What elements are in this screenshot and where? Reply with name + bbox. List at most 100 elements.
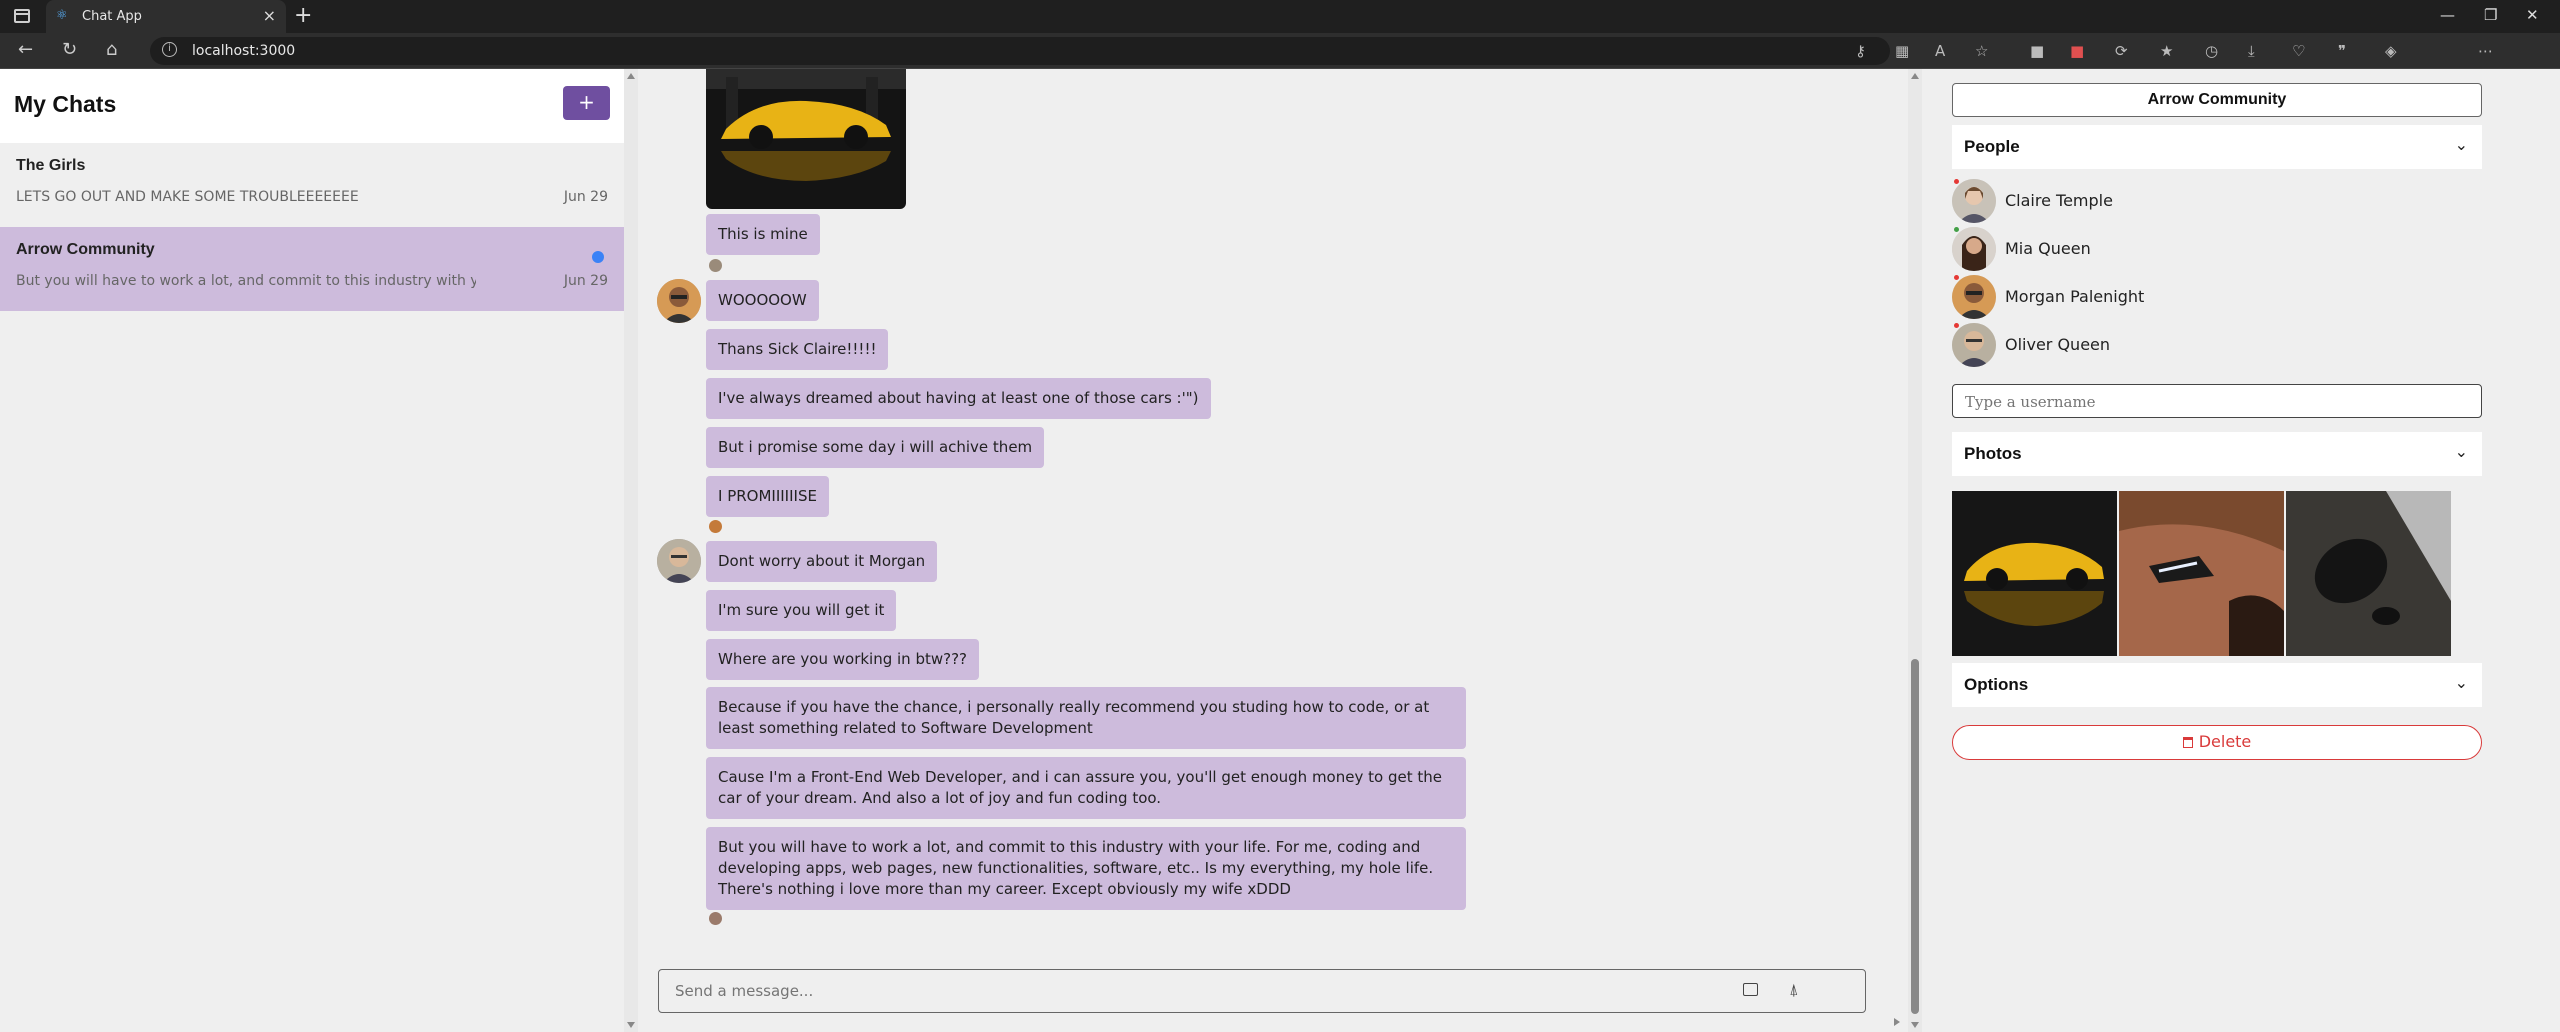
photo-thumbnail-mouse[interactable] (2286, 491, 2451, 656)
browser-tabbar: ⚛ Chat App × + — ❐ ✕ (0, 0, 2560, 33)
avatar-morgan (1952, 275, 1996, 319)
delete-chat-button[interactable]: Delete (1952, 725, 2482, 760)
chat-item-name: Arrow Community (16, 241, 155, 258)
tab-close-icon[interactable]: × (263, 6, 276, 25)
browser-tab[interactable]: ⚛ Chat App × (46, 0, 286, 33)
site-info-icon[interactable]: i (162, 42, 177, 57)
person-morgan-palenight[interactable]: Morgan Palenight (1952, 273, 2482, 321)
status-dot (1954, 179, 1959, 184)
browser-essentials-icon[interactable]: ◈ (2385, 42, 2397, 60)
add-chat-button[interactable]: + (563, 86, 610, 120)
photos-section-label: Photos (1964, 444, 2022, 463)
scroll-up-arrow-icon[interactable] (1911, 73, 1919, 79)
quote-icon[interactable]: ❞ (2338, 42, 2346, 60)
trash-icon (2182, 737, 2193, 748)
person-name: Morgan Palenight (2005, 287, 2145, 306)
attach-image-icon[interactable] (1743, 983, 1758, 996)
tab-title: Chat App (82, 9, 142, 24)
url-text: localhost:3000 (192, 43, 296, 59)
chat-item-name: The Girls (16, 157, 86, 174)
tab-actions-icon[interactable] (14, 9, 30, 23)
chat-details-panel: Arrow Community People ⌄ Claire Temple M… (1922, 69, 2560, 1032)
performance-icon[interactable]: ♡ (2292, 42, 2305, 60)
scroll-down-arrow-icon[interactable] (627, 1022, 635, 1028)
extension-red-icon[interactable]: ■ (2070, 42, 2084, 60)
status-dot (1954, 227, 1959, 232)
chat-item-preview: But you will have to work a lot, and com… (16, 273, 476, 289)
extension-refresh-icon[interactable]: ⟳ (2115, 42, 2128, 60)
avatar-oliver (657, 539, 701, 583)
message-bubble: I PROMIIIIIISE (706, 476, 829, 517)
options-section-toggle[interactable]: Options ⌄ (1952, 663, 2482, 707)
person-mia-queen[interactable]: Mia Queen (1952, 225, 2482, 273)
chevron-down-icon: ⌄ (2454, 673, 2468, 692)
message-bubble: Dont worry about it Morgan (706, 541, 938, 582)
photo-thumbnail-car-yellow[interactable] (1952, 491, 2117, 656)
react-favicon-icon: ⚛ (56, 8, 68, 23)
message-bubble: This is mine (706, 214, 820, 255)
key-icon[interactable]: ⚷ (1855, 42, 1866, 60)
username-input[interactable] (1963, 392, 2463, 412)
photo-thumbnail-car-bronze[interactable] (2119, 491, 2284, 656)
avatar-claire (1952, 179, 1996, 223)
avatar-morgan (657, 279, 701, 323)
status-dot (1954, 275, 1959, 280)
person-name: Oliver Queen (2005, 335, 2111, 354)
address-bar: ← ↻ ⌂ i localhost:3000 b (0, 33, 2560, 97)
chat-list-panel: My Chats + The Girls LETS GO OUT AND MAK… (0, 69, 624, 1032)
chevron-down-icon: ⌄ (2454, 442, 2468, 461)
chat-item-date: Jun 29 (563, 189, 608, 205)
read-receipt-avatar (709, 912, 722, 925)
chat-item-the-girls[interactable]: The Girls LETS GO OUT AND MAKE SOME TROU… (0, 143, 624, 227)
message-bubble: Because if you have the chance, i person… (706, 687, 1466, 749)
photos-section-toggle[interactable]: Photos ⌄ (1952, 432, 2482, 476)
favorites-icon[interactable]: ★ (2160, 42, 2173, 60)
favorite-star-icon[interactable]: ☆ (1975, 42, 1988, 60)
chat-item-arrow-community[interactable]: Arrow Community But you will have to wor… (0, 227, 624, 311)
person-name: Claire Temple (2005, 191, 2113, 210)
message-input[interactable] (673, 980, 1673, 1002)
people-section-label: People (1964, 137, 2020, 156)
new-tab-icon[interactable]: + (294, 3, 312, 28)
person-claire-temple[interactable]: Claire Temple (1952, 177, 2482, 225)
download-icon[interactable]: ⤓ (2248, 42, 2255, 60)
chat-item-preview: LETS GO OUT AND MAKE SOME TROUBLEEEEEEE (16, 189, 359, 205)
status-dot (1954, 323, 1959, 328)
apps-icon[interactable]: ▦ (1895, 42, 1909, 60)
scroll-up-arrow-icon[interactable] (627, 73, 635, 79)
refresh-icon[interactable]: ↻ (62, 41, 77, 59)
message-bubble: WOOOOOW (706, 280, 819, 321)
avatar-mia (1952, 227, 1996, 271)
more-menu-icon[interactable]: ⋯ (2478, 42, 2493, 60)
person-name: Mia Queen (2005, 239, 2091, 258)
send-icon[interactable]: ⍋ (1789, 980, 1799, 1000)
scroll-down-arrow-icon[interactable] (1911, 1022, 1919, 1028)
chat-list-header: My Chats + (0, 69, 624, 143)
unread-indicator (592, 251, 604, 263)
read-receipt-avatar (709, 259, 722, 272)
message-bubble: Where are you working in btw??? (706, 639, 980, 680)
person-oliver-queen[interactable]: Oliver Queen (1952, 321, 2482, 369)
chevron-down-icon: ⌄ (2454, 135, 2468, 154)
chat-list-scrollbar[interactable] (624, 69, 638, 1032)
url-field[interactable]: i localhost:3000 (150, 37, 1890, 65)
maximize-icon[interactable]: ❐ (2484, 6, 2497, 24)
extension-icon[interactable]: ■ (2030, 42, 2044, 60)
window-close-icon[interactable]: ✕ (2526, 6, 2539, 24)
read-receipt-avatar (709, 520, 722, 533)
people-section-toggle[interactable]: People ⌄ (1952, 125, 2482, 169)
chat-scrollbar[interactable] (1908, 69, 1922, 1032)
minimize-icon[interactable]: — (2440, 6, 2455, 24)
back-icon[interactable]: ← (18, 41, 33, 59)
message-image-car[interactable] (706, 69, 906, 209)
chat-feed: This is mine WOOOOOW Thans Sick Claire!!… (638, 69, 1908, 1032)
message-bubble: Thans Sick Claire!!!!! (706, 329, 889, 370)
message-composer: ⍋ (658, 969, 1866, 1013)
history-icon[interactable]: ◷ (2205, 42, 2218, 60)
scroll-right-arrow-icon[interactable] (1894, 1018, 1900, 1026)
scrollbar-thumb[interactable] (1911, 659, 1919, 1014)
home-icon[interactable]: ⌂ (106, 41, 117, 59)
message-bubble: But you will have to work a lot, and com… (706, 827, 1466, 910)
read-aloud-icon[interactable]: A (1935, 42, 1945, 60)
avatar-oliver (1952, 323, 1996, 367)
